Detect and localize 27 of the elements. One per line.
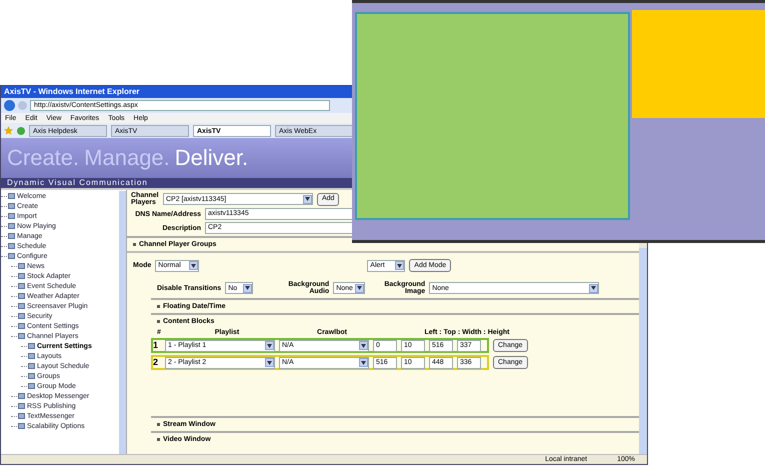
dropdown-arrow-icon [395, 261, 404, 270]
back-icon[interactable] [4, 100, 15, 111]
slogan-text: Deliver. [174, 145, 248, 171]
expand-marker-icon [157, 305, 160, 308]
scrollbar[interactable] [639, 248, 647, 454]
dropdown-arrow-icon [359, 358, 368, 367]
slogan-text: Manage. [84, 145, 170, 171]
scrollbar[interactable] [119, 191, 126, 454]
slogan-text: Create. [7, 145, 80, 171]
dropdown-arrow-icon [265, 358, 274, 367]
expand-marker-icon [133, 243, 136, 246]
expand-marker-icon [157, 423, 160, 426]
row-number: 1 [153, 341, 160, 350]
dropdown-arrow-icon [355, 284, 364, 292]
expand-marker-icon [157, 320, 160, 323]
add-favorites-icon[interactable] [17, 126, 25, 134]
dropdown-arrow-icon [359, 341, 368, 350]
forward-icon[interactable] [18, 101, 27, 110]
tagline: Dynamic Visual Communication [7, 178, 148, 187]
dropdown-arrow-icon [189, 261, 198, 270]
expand-marker-icon [157, 438, 160, 441]
dropdown-arrow-icon [243, 284, 252, 292]
row-number: 2 [153, 358, 160, 367]
dropdown-arrow-icon [303, 194, 312, 204]
favorites-star-icon[interactable] [4, 126, 13, 135]
dropdown-arrow-icon [265, 341, 274, 350]
dropdown-arrow-icon [589, 284, 598, 292]
